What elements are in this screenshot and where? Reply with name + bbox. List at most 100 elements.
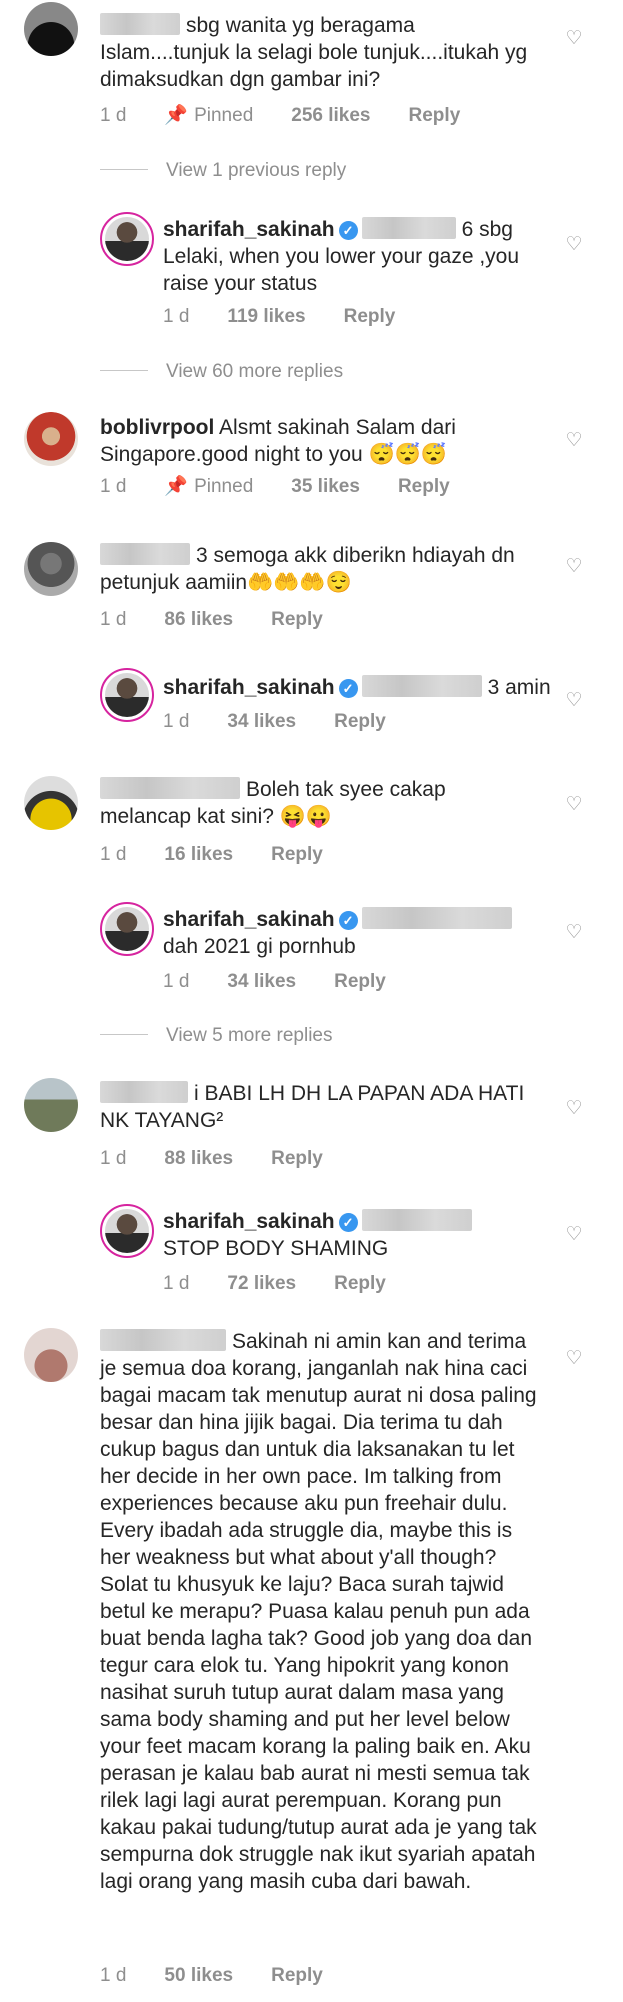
likes-count[interactable]: 50 likes (164, 1965, 233, 1986)
reply-button[interactable]: Reply (334, 711, 386, 732)
reply-button[interactable]: Reply (334, 1273, 386, 1294)
reply-button[interactable]: Reply (398, 476, 450, 497)
pin-icon: 📌 (164, 476, 189, 497)
reply-button[interactable]: Reply (271, 1148, 323, 1169)
timestamp: 1 d (163, 1273, 190, 1294)
comment-meta: 1 d 72 likes Reply (163, 1272, 424, 1296)
divider-line (100, 169, 148, 170)
view-more-replies[interactable]: View 60 more replies (100, 360, 343, 384)
likes-count[interactable]: 119 likes (227, 306, 305, 327)
likes-count[interactable]: 34 likes (227, 971, 296, 992)
comment-meta: 1 d 88 likes Reply (100, 1147, 361, 1171)
redacted-mention (361, 1209, 472, 1231)
verified-badge-icon: ✓ (338, 911, 358, 930)
redacted-username (100, 777, 240, 799)
verified-badge-icon: ✓ (338, 221, 358, 240)
heart-icon[interactable]: ♡ (565, 1349, 583, 1368)
view-more-label[interactable]: View 5 more replies (166, 1025, 333, 1046)
redacted-mention (361, 907, 512, 929)
timestamp: 1 d (100, 609, 127, 630)
view-previous-replies[interactable]: View 1 previous reply (100, 159, 346, 183)
verified-badge-icon: ✓ (338, 1213, 358, 1232)
comment-text: sharifah_sakinah ✓ STOP BODY SHAMING (163, 1208, 583, 1262)
heart-icon[interactable]: ♡ (565, 557, 583, 576)
avatar[interactable] (24, 542, 78, 596)
pinned-text: Pinned (194, 105, 254, 126)
comment-text: sharifah_sakinah ✓ 6 sbg Lelaki, when you … (163, 216, 543, 297)
timestamp: 1 d (100, 1965, 127, 1986)
heart-icon[interactable]: ♡ (565, 29, 583, 48)
reply-button[interactable]: Reply (271, 609, 323, 630)
username[interactable]: sharifah_sakinah (163, 676, 335, 699)
heart-icon[interactable]: ♡ (565, 795, 583, 814)
view-more-replies[interactable]: View 5 more replies (100, 1024, 333, 1048)
comment-text: sbg wanita yg beragama Islam....tunjuk l… (100, 12, 530, 93)
comment-body: 3 amin (487, 676, 551, 699)
reply-button[interactable]: Reply (409, 105, 461, 126)
likes-count[interactable]: 86 likes (164, 609, 233, 630)
redacted-username (100, 1329, 226, 1351)
timestamp: 1 d (163, 711, 190, 732)
likes-count[interactable]: 16 likes (164, 844, 233, 865)
reply-button[interactable]: Reply (271, 1965, 323, 1986)
redacted-username (100, 543, 190, 565)
username[interactable]: sharifah_sakinah (163, 908, 335, 931)
comment-text: boblivrpool Alsmt sakinah Salam dari Sin… (100, 414, 530, 468)
reply-button[interactable]: Reply (344, 306, 396, 327)
heart-icon[interactable]: ♡ (565, 1099, 583, 1118)
likes-count[interactable]: 88 likes (164, 1148, 233, 1169)
avatar[interactable] (100, 1204, 154, 1258)
comment-meta: 1 d 34 likes Reply (163, 710, 424, 734)
avatar[interactable] (24, 776, 78, 830)
heart-icon[interactable]: ♡ (565, 923, 583, 942)
heart-icon[interactable]: ♡ (565, 691, 583, 710)
redacted-username (100, 1081, 188, 1103)
heart-icon[interactable]: ♡ (565, 1225, 583, 1244)
username[interactable]: sharifah_sakinah (163, 1210, 335, 1233)
view-more-label[interactable]: View 60 more replies (166, 361, 343, 382)
comment-meta: 1 d 📌 Pinned 35 likes Reply (100, 475, 488, 499)
likes-count[interactable]: 35 likes (291, 476, 360, 497)
comment-meta: 1 d 50 likes Reply (100, 1964, 361, 1988)
likes-count[interactable]: 256 likes (291, 105, 370, 126)
comment-text: 3 semoga akk diberikn hdiayah dn petunju… (100, 542, 530, 596)
timestamp: 1 d (100, 844, 127, 865)
comment-text: i BABI LH DH LA PAPAN ADA HATI NK TAYANG… (100, 1080, 530, 1134)
comment-meta: 1 d 📌 Pinned 256 likes Reply (100, 104, 498, 128)
heart-icon[interactable]: ♡ (565, 235, 583, 254)
redacted-mention (361, 217, 456, 239)
pin-icon: 📌 (164, 105, 189, 126)
view-more-label[interactable]: View 1 previous reply (166, 160, 346, 181)
redacted-mention (361, 675, 482, 697)
timestamp: 1 d (100, 1148, 127, 1169)
comment-meta: 1 d 119 likes Reply (163, 305, 433, 329)
avatar[interactable] (24, 412, 78, 466)
username[interactable]: boblivrpool (100, 416, 214, 439)
comment-text: Boleh tak syee cakap melancap kat sini? … (100, 776, 530, 830)
mention-suffix: 6 sbg (461, 218, 513, 241)
reply-button[interactable]: Reply (271, 844, 323, 865)
avatar[interactable] (24, 2, 78, 56)
reply-button[interactable]: Reply (334, 971, 386, 992)
heart-icon[interactable]: ♡ (565, 431, 583, 450)
comment-body: STOP BODY SHAMING (163, 1237, 389, 1260)
comment-meta: 1 d 16 likes Reply (100, 843, 361, 867)
pinned-text: Pinned (194, 476, 254, 497)
avatar[interactable] (100, 668, 154, 722)
likes-count[interactable]: 72 likes (227, 1273, 296, 1294)
timestamp: 1 d (163, 306, 190, 327)
verified-badge-icon: ✓ (338, 679, 358, 698)
comment-meta: 1 d 86 likes Reply (100, 608, 361, 632)
avatar[interactable] (100, 212, 154, 266)
redacted-username (100, 13, 180, 35)
avatar[interactable] (24, 1078, 78, 1132)
comment-text: sharifah_sakinah ✓ dah 2021 gi pornhub (163, 906, 583, 960)
avatar[interactable] (100, 902, 154, 956)
timestamp: 1 d (100, 476, 127, 497)
avatar[interactable] (24, 1328, 78, 1382)
pin-label: 📌 Pinned (164, 476, 253, 497)
likes-count[interactable]: 34 likes (227, 711, 296, 732)
username[interactable]: sharifah_sakinah (163, 218, 335, 241)
pin-label: 📌 Pinned (164, 105, 253, 126)
comment-meta: 1 d 34 likes Reply (163, 970, 424, 994)
